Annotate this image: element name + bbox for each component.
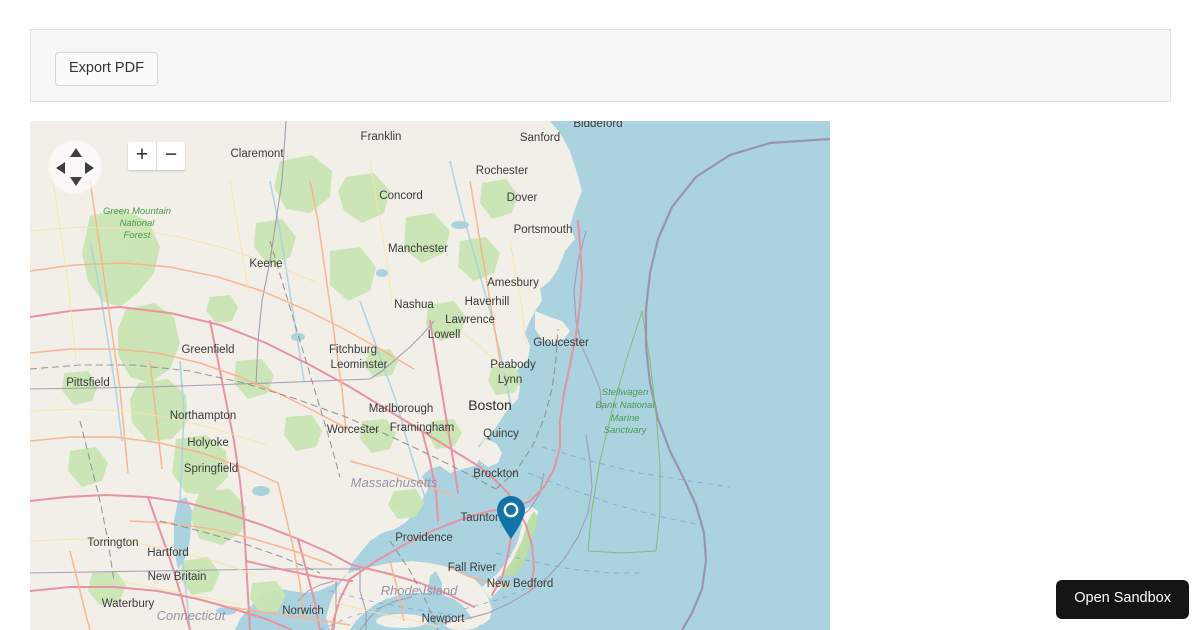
pan-left-icon[interactable] xyxy=(56,162,65,174)
map-label: Quincy xyxy=(483,428,519,440)
map-label: Sanctuary xyxy=(604,425,648,436)
page-root: Export PDF Biddeford Franklin Sanford Cl… xyxy=(0,0,1200,630)
map-label: Claremont xyxy=(230,148,284,160)
map-zoom-control[interactable]: + − xyxy=(128,142,185,170)
map-label: Lawrence xyxy=(445,314,495,326)
map-label: Fitchburg xyxy=(329,344,377,356)
map-label: Franklin xyxy=(361,131,402,143)
map-label: Amesbury xyxy=(487,277,539,289)
map-label: Providence xyxy=(395,532,453,544)
map-label: Northampton xyxy=(170,410,236,422)
map-label: Rhode Island xyxy=(381,583,458,598)
map-label: Worcester xyxy=(327,424,379,436)
map-label: Manchester xyxy=(388,243,448,255)
map-location-marker[interactable] xyxy=(496,495,526,540)
map-label: Torrington xyxy=(87,537,138,549)
map-label: Green Mountain xyxy=(103,206,171,217)
map-label: Waterbury xyxy=(102,598,155,610)
map-label: Concord xyxy=(379,190,422,202)
map-label: Marine xyxy=(610,413,639,424)
map-label: Holyoke xyxy=(187,437,229,449)
map-label: National xyxy=(120,218,156,229)
map-label: Bank National xyxy=(595,400,655,411)
map-label: Rochester xyxy=(476,165,529,177)
map-label: Massachusetts xyxy=(351,475,438,490)
map-label: Peabody xyxy=(490,359,536,371)
map-label: Biddeford xyxy=(573,121,622,130)
map-label: Portsmouth xyxy=(514,224,573,236)
map-label: Boston xyxy=(468,397,512,413)
map-label: Brockton xyxy=(473,468,518,480)
map-label: Stellwagen xyxy=(602,387,648,398)
map-label: Leominster xyxy=(331,359,388,371)
map-label: Greenfield xyxy=(181,344,234,356)
map-label: Connecticut xyxy=(157,608,227,623)
map-canvas: Biddeford Franklin Sanford Claremont Rochest… xyxy=(30,121,830,630)
open-sandbox-button[interactable]: Open Sandbox xyxy=(1056,580,1189,619)
map-label: Newport xyxy=(422,613,466,625)
map-label: Springfield xyxy=(184,463,238,475)
map-label: Fall River xyxy=(448,562,497,574)
map-label: Haverhill xyxy=(465,296,510,308)
map-label: Pittsfield xyxy=(66,377,109,389)
export-pdf-button[interactable]: Export PDF xyxy=(55,52,158,87)
pan-up-icon[interactable] xyxy=(70,148,82,157)
toolbar-panel: Export PDF xyxy=(30,29,1171,102)
map-label: New Bedford xyxy=(487,578,553,590)
map-label: Keene xyxy=(249,258,282,270)
map-label: Nashua xyxy=(394,299,434,311)
pan-right-icon[interactable] xyxy=(85,162,94,174)
map-label: Norwich xyxy=(282,605,324,617)
map-label: Hartford xyxy=(147,547,189,559)
map-label: New Britain xyxy=(148,571,207,583)
zoom-out-button[interactable]: − xyxy=(157,142,185,170)
map-label: Forest xyxy=(124,230,151,241)
pan-down-icon[interactable] xyxy=(70,177,82,186)
map-container[interactable]: Biddeford Franklin Sanford Claremont Rochest… xyxy=(30,121,830,630)
map-pan-control[interactable] xyxy=(49,141,101,193)
map-label: Lowell xyxy=(428,329,461,341)
map-label: Lynn xyxy=(498,374,523,386)
map-label: Framingham xyxy=(390,422,455,434)
map-label: Sanford xyxy=(520,132,560,144)
map-label: Gloucester xyxy=(533,337,589,349)
map-label: Dover xyxy=(507,192,538,204)
map-label: Marlborough xyxy=(369,403,434,415)
zoom-in-button[interactable]: + xyxy=(128,142,157,170)
